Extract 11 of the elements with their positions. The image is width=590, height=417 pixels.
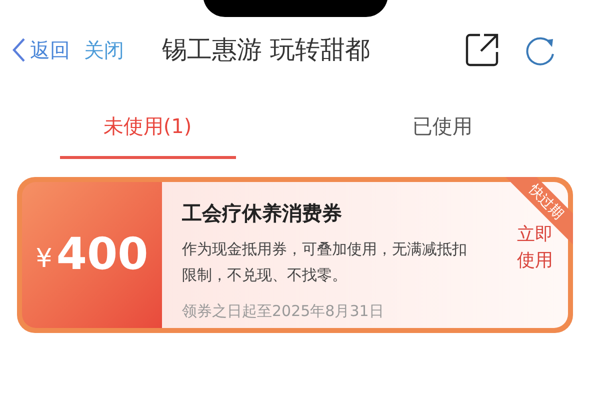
- use-now-button[interactable]: 立即使用: [516, 222, 554, 274]
- validity-text: 领券之日起至2025年8月31日: [182, 301, 385, 322]
- tab[interactable]: 未使用(1): [60, 95, 236, 159]
- page-title: 锡工惠游 玩转甜都: [162, 34, 370, 66]
- close-button[interactable]: 关闭: [84, 35, 124, 65]
- coupon-description: 作为现金抵用券，可叠加使用，无满减抵扣限制，不兑现、不找零。: [182, 239, 468, 286]
- coupon-title: 工会疗休养消费券: [182, 200, 343, 227]
- back-button[interactable]: 返回: [12, 35, 70, 65]
- coupon-amount: 400: [56, 228, 148, 282]
- currency-symbol: ¥: [36, 242, 52, 276]
- tab[interactable]: 已使用: [354, 95, 530, 159]
